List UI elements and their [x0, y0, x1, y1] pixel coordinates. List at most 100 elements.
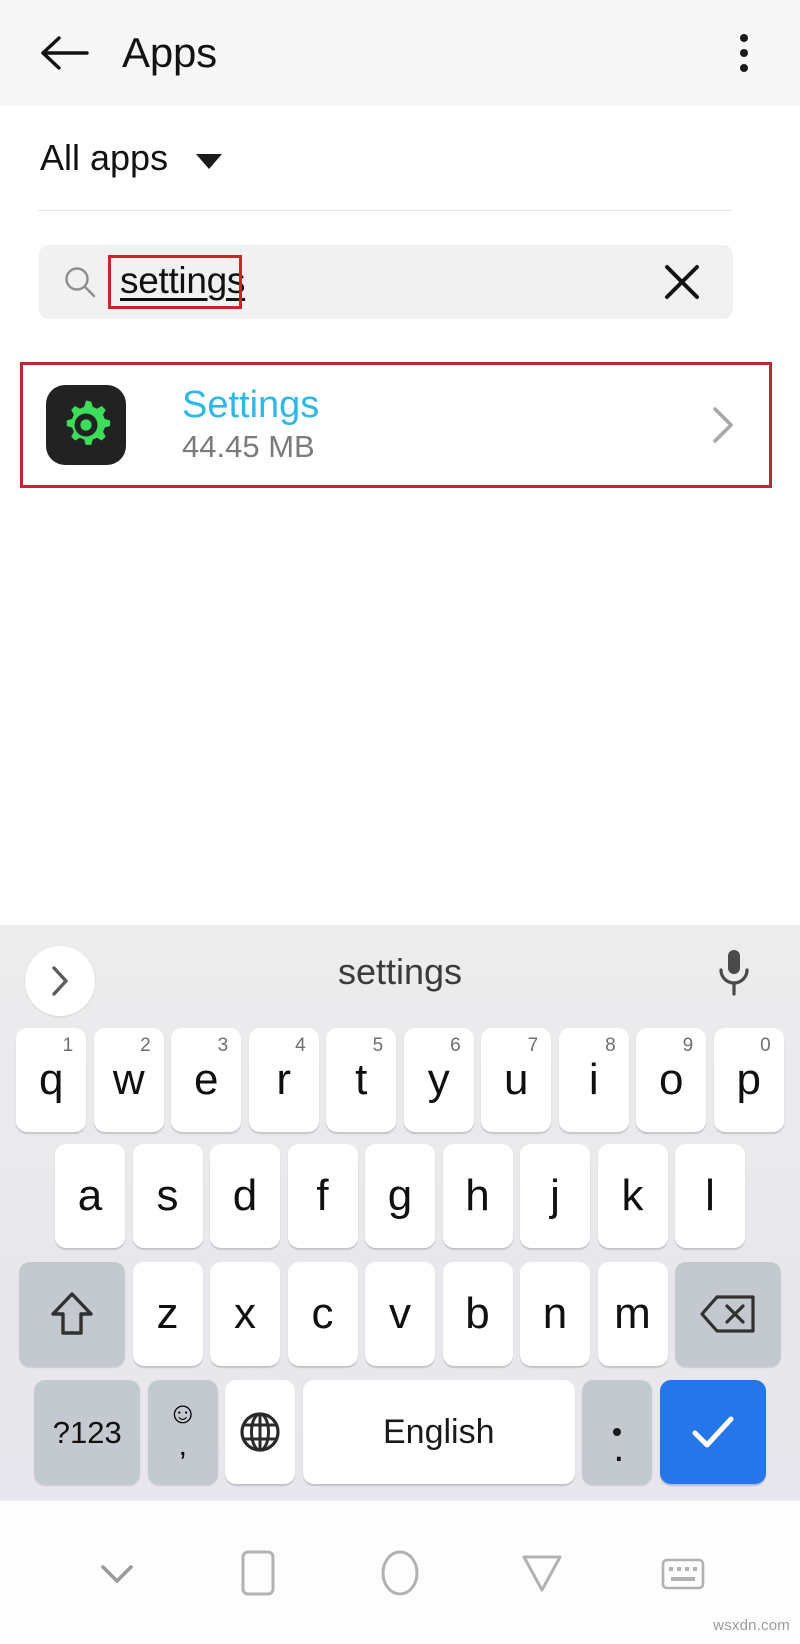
gear-icon — [59, 398, 113, 452]
backspace-icon — [698, 1292, 758, 1336]
triangle-down-icon — [518, 1550, 566, 1596]
clear-search-button[interactable] — [661, 261, 703, 303]
check-icon — [687, 1410, 739, 1454]
key-s[interactable]: s — [133, 1144, 203, 1248]
key-x[interactable]: x — [210, 1262, 280, 1366]
key-g[interactable]: g — [365, 1144, 435, 1248]
key-r[interactable]: 4 r — [249, 1028, 319, 1132]
key-label: o — [659, 1058, 683, 1102]
microphone-icon[interactable] — [712, 947, 756, 997]
keyboard-switch-button[interactable] — [646, 1536, 720, 1610]
app-list-item-settings[interactable]: Settings 44.45 MB — [20, 362, 772, 488]
page-title: Apps — [122, 29, 217, 77]
shift-key[interactable] — [19, 1262, 125, 1366]
key-a[interactable]: a — [55, 1144, 125, 1248]
key-number-label: 7 — [528, 1036, 539, 1055]
keyboard-row-3: z x c v b n m — [0, 1255, 800, 1373]
hide-keyboard-button[interactable] — [80, 1536, 154, 1610]
key-label: h — [465, 1174, 489, 1218]
system-navigation-bar — [0, 1500, 800, 1644]
key-t[interactable]: 5 t — [326, 1028, 396, 1132]
key-number-label: 4 — [295, 1036, 306, 1055]
expand-suggestions-button[interactable] — [25, 946, 95, 1016]
search-icon — [63, 265, 97, 299]
key-label: a — [78, 1174, 102, 1218]
key-k[interactable]: k — [598, 1144, 668, 1248]
arrow-left-icon — [39, 33, 91, 73]
key-l[interactable]: l — [675, 1144, 745, 1248]
key-label: p — [737, 1058, 761, 1102]
key-f[interactable]: f — [288, 1144, 358, 1248]
key-label: j — [550, 1174, 560, 1218]
key-label: z — [157, 1292, 179, 1336]
key-m[interactable]: m — [598, 1262, 668, 1366]
key-label: d — [233, 1174, 257, 1218]
key-i[interactable]: 8 i — [559, 1028, 629, 1132]
key-number-label: 5 — [373, 1036, 384, 1055]
chevron-down-icon — [93, 1555, 141, 1591]
key-q[interactable]: 1 q — [16, 1028, 86, 1132]
chevron-right-icon — [47, 964, 73, 998]
home-button[interactable] — [363, 1536, 437, 1610]
emoji-comma-key[interactable]: ☺ , — [148, 1380, 218, 1484]
key-label: b — [465, 1292, 489, 1336]
more-vertical-icon — [740, 34, 748, 42]
caret-down-icon — [196, 154, 222, 169]
key-u[interactable]: 7 u — [481, 1028, 551, 1132]
key-d[interactable]: d — [210, 1144, 280, 1248]
key-number-label: 8 — [605, 1036, 616, 1055]
globe-key[interactable] — [225, 1380, 295, 1484]
back-button[interactable] — [505, 1536, 579, 1610]
key-j[interactable]: j — [520, 1144, 590, 1248]
key-number-label: 0 — [760, 1036, 771, 1055]
app-name-label: Settings — [182, 384, 319, 427]
key-v[interactable]: v — [365, 1262, 435, 1366]
watermark: wsxdn.com — [713, 1617, 790, 1634]
key-label: s — [157, 1174, 179, 1218]
back-button[interactable] — [36, 24, 94, 82]
more-vertical-icon — [740, 49, 748, 57]
key-label: q — [39, 1058, 63, 1102]
key-label: u — [504, 1058, 528, 1102]
key-label: , — [179, 1431, 187, 1461]
enter-key[interactable] — [660, 1380, 766, 1484]
key-label: k — [622, 1174, 644, 1218]
recents-button[interactable] — [221, 1536, 295, 1610]
key-n[interactable]: n — [520, 1262, 590, 1366]
header-divider — [38, 210, 732, 211]
symbols-key[interactable]: ?123 — [34, 1380, 140, 1484]
key-number-label: 2 — [140, 1036, 151, 1055]
key-label: ?123 — [53, 1417, 122, 1448]
space-key[interactable]: English — [303, 1380, 575, 1484]
key-o[interactable]: 9 o — [636, 1028, 706, 1132]
keyboard-row-4: ?123 ☺ , English . — [0, 1373, 800, 1491]
search-bar[interactable]: settings — [39, 245, 733, 319]
period-key[interactable]: . — [582, 1380, 652, 1484]
app-icon — [46, 385, 126, 465]
key-c[interactable]: c — [288, 1262, 358, 1366]
key-y[interactable]: 6 y — [404, 1028, 474, 1132]
key-label: . — [613, 1428, 621, 1436]
app-size-label: 44.45 MB — [182, 429, 319, 466]
app-bar: Apps — [0, 0, 800, 106]
suggestion-word[interactable]: settings — [338, 951, 462, 993]
apps-filter-dropdown[interactable]: All apps — [0, 106, 800, 210]
key-label: v — [389, 1292, 411, 1336]
key-number-label: 1 — [63, 1036, 74, 1055]
key-e[interactable]: 3 e — [171, 1028, 241, 1132]
more-vertical-icon — [740, 64, 748, 72]
overflow-menu-button[interactable] — [722, 25, 766, 81]
key-h[interactable]: h — [443, 1144, 513, 1248]
key-label: c — [312, 1292, 334, 1336]
keyboard-icon — [659, 1553, 707, 1593]
backspace-key[interactable] — [675, 1262, 781, 1366]
key-p[interactable]: 0 p — [714, 1028, 784, 1132]
key-w[interactable]: 2 w — [94, 1028, 164, 1132]
shift-arrow-icon — [47, 1288, 97, 1340]
key-b[interactable]: b — [443, 1262, 513, 1366]
key-label: m — [614, 1292, 651, 1336]
key-z[interactable]: z — [133, 1262, 203, 1366]
search-input[interactable]: settings — [115, 258, 250, 306]
globe-icon — [238, 1410, 282, 1454]
circle-icon — [376, 1547, 424, 1599]
